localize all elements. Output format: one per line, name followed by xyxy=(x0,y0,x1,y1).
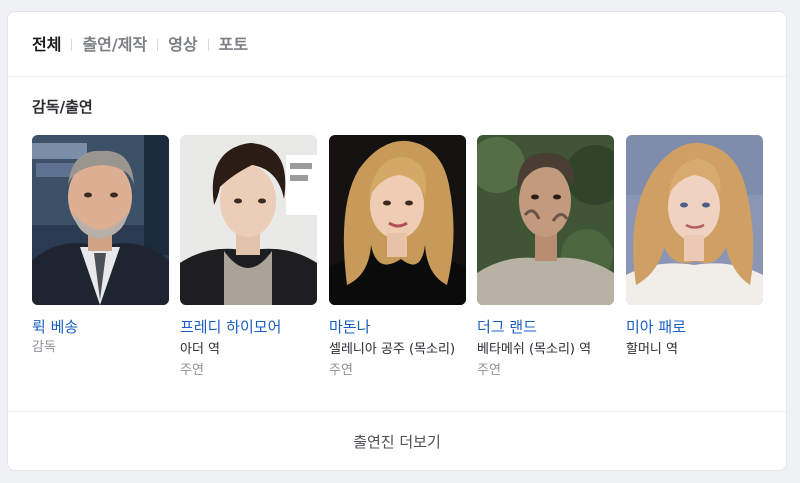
person-photo[interactable] xyxy=(477,135,614,305)
person-photo[interactable] xyxy=(329,135,466,305)
person-role: 감독 xyxy=(32,340,56,355)
more-cast-button[interactable]: 출연진 더보기 xyxy=(8,412,786,470)
tab-photo[interactable]: 포토 xyxy=(219,32,248,58)
person-role: 베타메쉬 (목소리) 역 xyxy=(477,342,592,357)
tab-bar: 전체 출연/제작 영상 포토 xyxy=(32,32,248,58)
person-role: 셀레니아 공주 (목소리) xyxy=(329,342,456,357)
person-billing: 주연 xyxy=(329,363,353,378)
person-name[interactable]: 뤽 베송 xyxy=(32,317,170,337)
cast-item[interactable]: 미아 패로 할머니 역 xyxy=(626,135,764,360)
person-name[interactable]: 미아 패로 xyxy=(626,317,764,337)
person-billing: 주연 xyxy=(477,363,501,378)
person-photo[interactable] xyxy=(32,135,169,305)
person-role: 아더 역 xyxy=(180,342,221,357)
cast-item[interactable]: 마돈나 셀레니아 공주 (목소리) 주연 xyxy=(329,135,467,380)
person-billing: 주연 xyxy=(180,363,204,378)
tab-video[interactable]: 영상 xyxy=(168,32,197,58)
cast-list: 뤽 베송 감독 프레디 하이모어 아더 역 주연 마돈나 셀레니아 공주 (목소… xyxy=(32,135,772,395)
cast-item[interactable]: 프레디 하이모어 아더 역 주연 xyxy=(180,135,318,380)
cast-item[interactable]: 더그 랜드 베타메쉬 (목소리) 역 주연 xyxy=(477,135,615,380)
tab-cast-crew[interactable]: 출연/제작 xyxy=(82,32,147,58)
tab-separator xyxy=(71,39,73,51)
person-name[interactable]: 마돈나 xyxy=(329,317,467,337)
cast-item[interactable]: 뤽 베송 감독 xyxy=(32,135,170,357)
tab-separator xyxy=(207,39,209,51)
person-name[interactable]: 더그 랜드 xyxy=(477,317,615,337)
section-title: 감독/출연 xyxy=(32,98,93,116)
tab-all[interactable]: 전체 xyxy=(32,32,61,58)
cast-card: 전체 출연/제작 영상 포토 감독/출연 뤽 베송 감독 프레디 하이모어 아더… xyxy=(7,11,787,471)
tab-separator xyxy=(157,39,159,51)
person-photo[interactable] xyxy=(626,135,763,305)
person-photo[interactable] xyxy=(180,135,317,305)
person-role: 할머니 역 xyxy=(626,342,678,357)
person-name[interactable]: 프레디 하이모어 xyxy=(180,317,318,337)
divider xyxy=(8,76,786,77)
